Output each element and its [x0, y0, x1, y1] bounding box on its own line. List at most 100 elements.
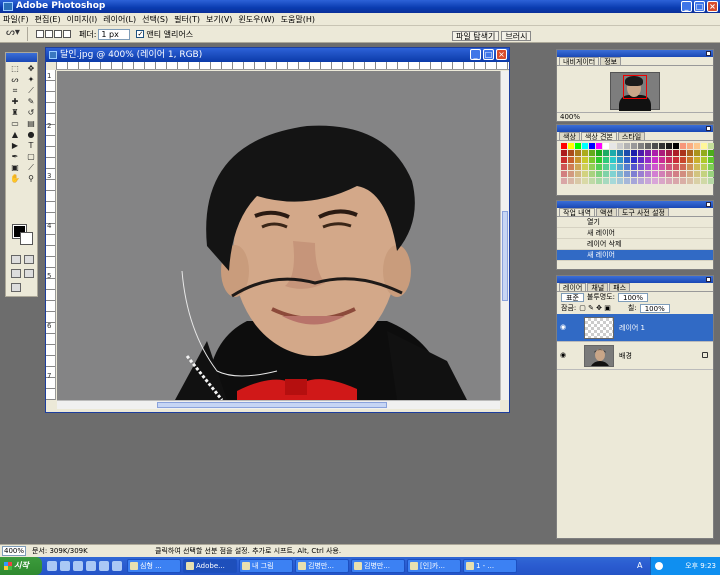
healing-brush-icon[interactable]: ✚ [8, 97, 22, 107]
color-swatch[interactable] [673, 143, 679, 149]
lasso-tool-preset-icon[interactable]: ᔕ▾ [6, 27, 28, 41]
color-swatch[interactable] [624, 157, 630, 163]
color-swatch[interactable] [680, 143, 686, 149]
task-button[interactable]: 내 그림 [239, 559, 293, 573]
color-swatch[interactable] [617, 157, 623, 163]
color-swatch[interactable] [708, 143, 714, 149]
color-swatch[interactable] [589, 157, 595, 163]
color-swatch[interactable] [645, 150, 651, 156]
color-swatch[interactable] [631, 164, 637, 170]
color-swatch[interactable] [666, 157, 672, 163]
color-swatch[interactable] [652, 143, 658, 149]
color-swatch[interactable] [575, 164, 581, 170]
color-swatch[interactable] [561, 157, 567, 163]
eraser-tool-icon[interactable]: ▭ [8, 119, 22, 129]
ime-indicator[interactable]: A [637, 557, 642, 575]
color-swatch[interactable] [575, 150, 581, 156]
history-brush-icon[interactable]: ↺ [24, 108, 38, 118]
color-swatch[interactable] [694, 150, 700, 156]
color-swatch[interactable] [575, 178, 581, 184]
lasso-tool-icon[interactable]: ᔕ [8, 75, 22, 85]
ie-icon[interactable] [47, 561, 57, 571]
visibility-eye-icon[interactable]: ◉ [560, 323, 568, 331]
color-swatch[interactable] [624, 150, 630, 156]
blur-tool-icon[interactable]: ▲ [8, 130, 22, 140]
color-swatch[interactable] [582, 157, 588, 163]
color-swatch[interactable] [638, 171, 644, 177]
tab-actions[interactable]: 액션 [596, 208, 617, 217]
horizontal-scroll-thumb[interactable] [157, 402, 387, 408]
color-swatch[interactable] [694, 157, 700, 163]
color-swatch[interactable] [701, 171, 707, 177]
doc-minimize-button[interactable]: _ [470, 49, 481, 60]
color-swatch[interactable] [610, 164, 616, 170]
image-canvas[interactable] [57, 71, 500, 400]
minimize-button[interactable]: _ [681, 1, 692, 12]
color-swatch[interactable] [617, 150, 623, 156]
menu-image[interactable]: 이미지(I) [67, 14, 98, 25]
color-swatch[interactable] [652, 157, 658, 163]
color-swatch[interactable] [610, 171, 616, 177]
color-swatch[interactable] [659, 157, 665, 163]
color-swatch[interactable] [561, 178, 567, 184]
shape-tool-icon[interactable]: ▢ [24, 152, 38, 162]
menu-layer[interactable]: 레이어(L) [103, 14, 136, 25]
color-swatch[interactable] [687, 157, 693, 163]
panel-close-icon[interactable] [706, 202, 711, 207]
subtract-selection-icon[interactable] [54, 30, 62, 38]
color-swatch[interactable] [659, 150, 665, 156]
color-swatch[interactable] [659, 143, 665, 149]
notes-tool-icon[interactable]: ▣ [8, 163, 22, 173]
color-swatch[interactable] [575, 143, 581, 149]
zoom-tool-icon[interactable]: ⚲ [24, 174, 38, 184]
panel-close-icon[interactable] [706, 277, 711, 282]
dodge-tool-icon[interactable]: ● [24, 130, 38, 140]
history-item[interactable]: 새 레이어 [557, 228, 713, 239]
color-swatch[interactable] [603, 178, 609, 184]
navigator-thumbnail[interactable] [610, 72, 660, 111]
history-item[interactable]: 열기 [557, 217, 713, 228]
color-swatch[interactable] [666, 150, 672, 156]
color-swatch[interactable] [596, 164, 602, 170]
task-button[interactable]: 심형 ... [127, 559, 181, 573]
type-tool-icon[interactable]: T [24, 141, 38, 151]
hand-tool-icon[interactable]: ✋ [8, 174, 22, 184]
intersect-selection-icon[interactable] [63, 30, 71, 38]
color-swatch[interactable] [589, 143, 595, 149]
color-swatch[interactable] [701, 143, 707, 149]
color-swatch[interactable] [561, 171, 567, 177]
color-swatch[interactable] [659, 164, 665, 170]
task-button[interactable]: 김병만... [351, 559, 405, 573]
brush-tool-icon[interactable]: ✎ [24, 97, 38, 107]
menu-view[interactable]: 보기(V) [206, 14, 232, 25]
color-swatch[interactable] [610, 178, 616, 184]
doc-close-button[interactable]: × [496, 49, 507, 60]
color-swatch[interactable] [673, 157, 679, 163]
menu-help[interactable]: 도움말(H) [281, 14, 315, 25]
marquee-tool-icon[interactable]: ⬚ [8, 64, 22, 74]
color-swatch[interactable] [568, 157, 574, 163]
vertical-scroll-thumb[interactable] [502, 211, 508, 301]
maximize-button[interactable]: □ [694, 1, 705, 12]
color-swatch[interactable] [624, 171, 630, 177]
color-swatch[interactable] [645, 171, 651, 177]
color-swatch[interactable] [687, 150, 693, 156]
layer-row[interactable]: ◉ 배경 [557, 342, 713, 370]
color-swatch[interactable] [687, 171, 693, 177]
explorer-icon[interactable] [99, 561, 109, 571]
tab-brushes[interactable]: 브러시 [501, 31, 532, 41]
color-swatch[interactable] [680, 178, 686, 184]
tab-history[interactable]: 작업 내역 [559, 208, 595, 217]
color-swatch[interactable] [708, 164, 714, 170]
tab-file-browser[interactable]: 파일 탐색기 [452, 31, 500, 41]
color-swatch[interactable] [568, 150, 574, 156]
color-swatch[interactable] [575, 171, 581, 177]
color-swatch[interactable] [603, 150, 609, 156]
vertical-scrollbar[interactable] [500, 71, 509, 400]
crop-tool-icon[interactable]: ⌗ [8, 86, 22, 96]
tab-paths[interactable]: 패스 [609, 283, 631, 292]
color-swatch[interactable] [624, 178, 630, 184]
color-swatch[interactable] [708, 178, 714, 184]
color-swatch[interactable] [694, 143, 700, 149]
media-icon[interactable] [73, 561, 83, 571]
